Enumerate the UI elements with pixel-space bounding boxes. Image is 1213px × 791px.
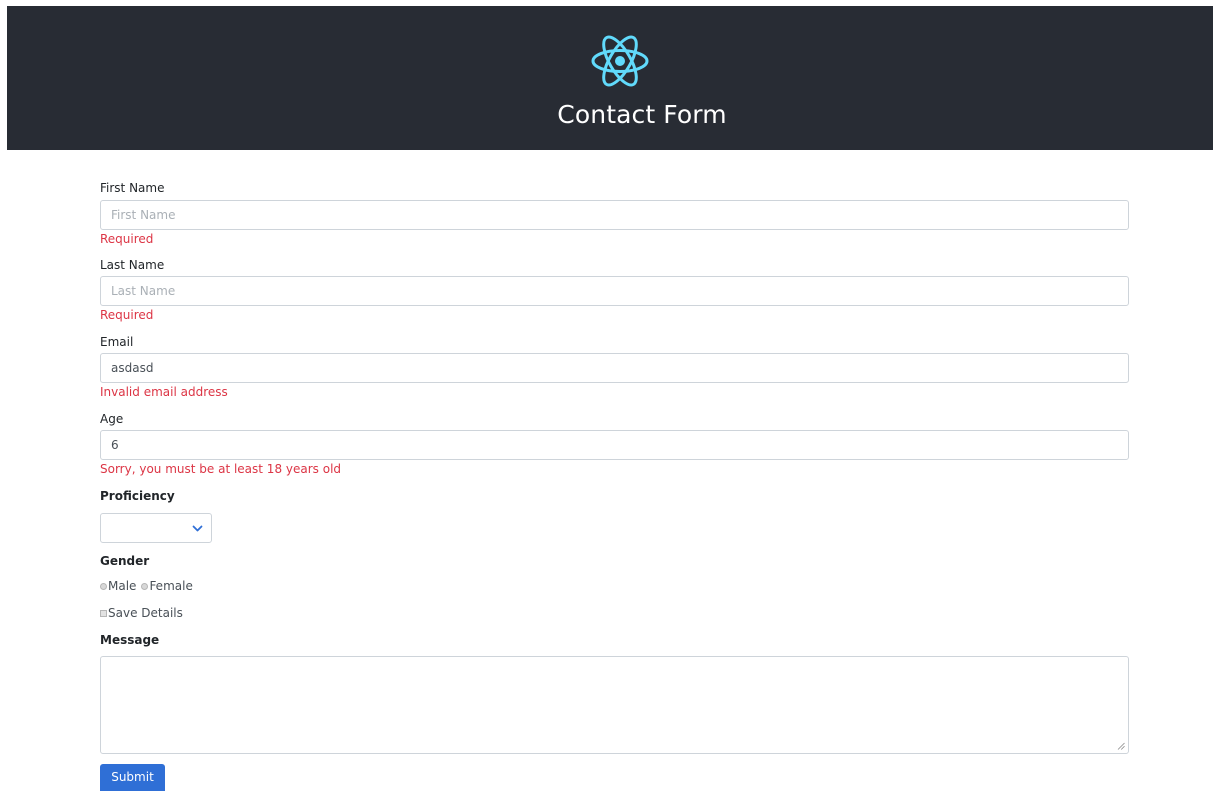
email-input[interactable] [100, 353, 1129, 383]
age-error: Sorry, you must be at least 18 years old [100, 462, 342, 476]
resize-handle-icon[interactable] [1117, 742, 1125, 750]
gender-radio-group: Male Female [100, 578, 198, 594]
message-label: Message [100, 633, 160, 647]
proficiency-select[interactable] [100, 513, 212, 543]
gender-label: Gender [100, 554, 150, 568]
first-name-input[interactable] [100, 200, 1129, 230]
save-details-checkbox[interactable] [100, 609, 107, 617]
last-name-error: Required [100, 308, 154, 322]
save-details-label: Save Details [108, 606, 183, 620]
gender-option-female[interactable]: Female [141, 578, 193, 594]
last-name-input[interactable] [100, 276, 1129, 306]
age-input[interactable] [100, 430, 1129, 460]
gender-option-male[interactable]: Male [100, 578, 136, 594]
contact-form-page: Contact Form First Name Required Last Na… [0, 0, 1213, 791]
message-textarea[interactable] [100, 656, 1129, 754]
submit-button[interactable]: Submit [100, 764, 165, 791]
app-header: Contact Form [7, 6, 1213, 150]
first-name-error: Required [100, 232, 154, 246]
react-atom-icon [591, 35, 649, 87]
first-name-label: First Name [100, 181, 165, 195]
email-label: Email [100, 335, 134, 349]
page-title: Contact Form [557, 100, 727, 129]
last-name-label: Last Name [100, 258, 165, 272]
chevron-down-icon [192, 525, 203, 532]
radio-button[interactable] [100, 582, 107, 590]
proficiency-label: Proficiency [100, 489, 175, 503]
age-label: Age [100, 412, 124, 426]
radio-button[interactable] [141, 582, 149, 590]
radio-label: Female [149, 579, 193, 593]
email-error: Invalid email address [100, 385, 228, 399]
save-details-option[interactable]: Save Details [100, 605, 183, 621]
radio-label: Male [108, 579, 137, 593]
